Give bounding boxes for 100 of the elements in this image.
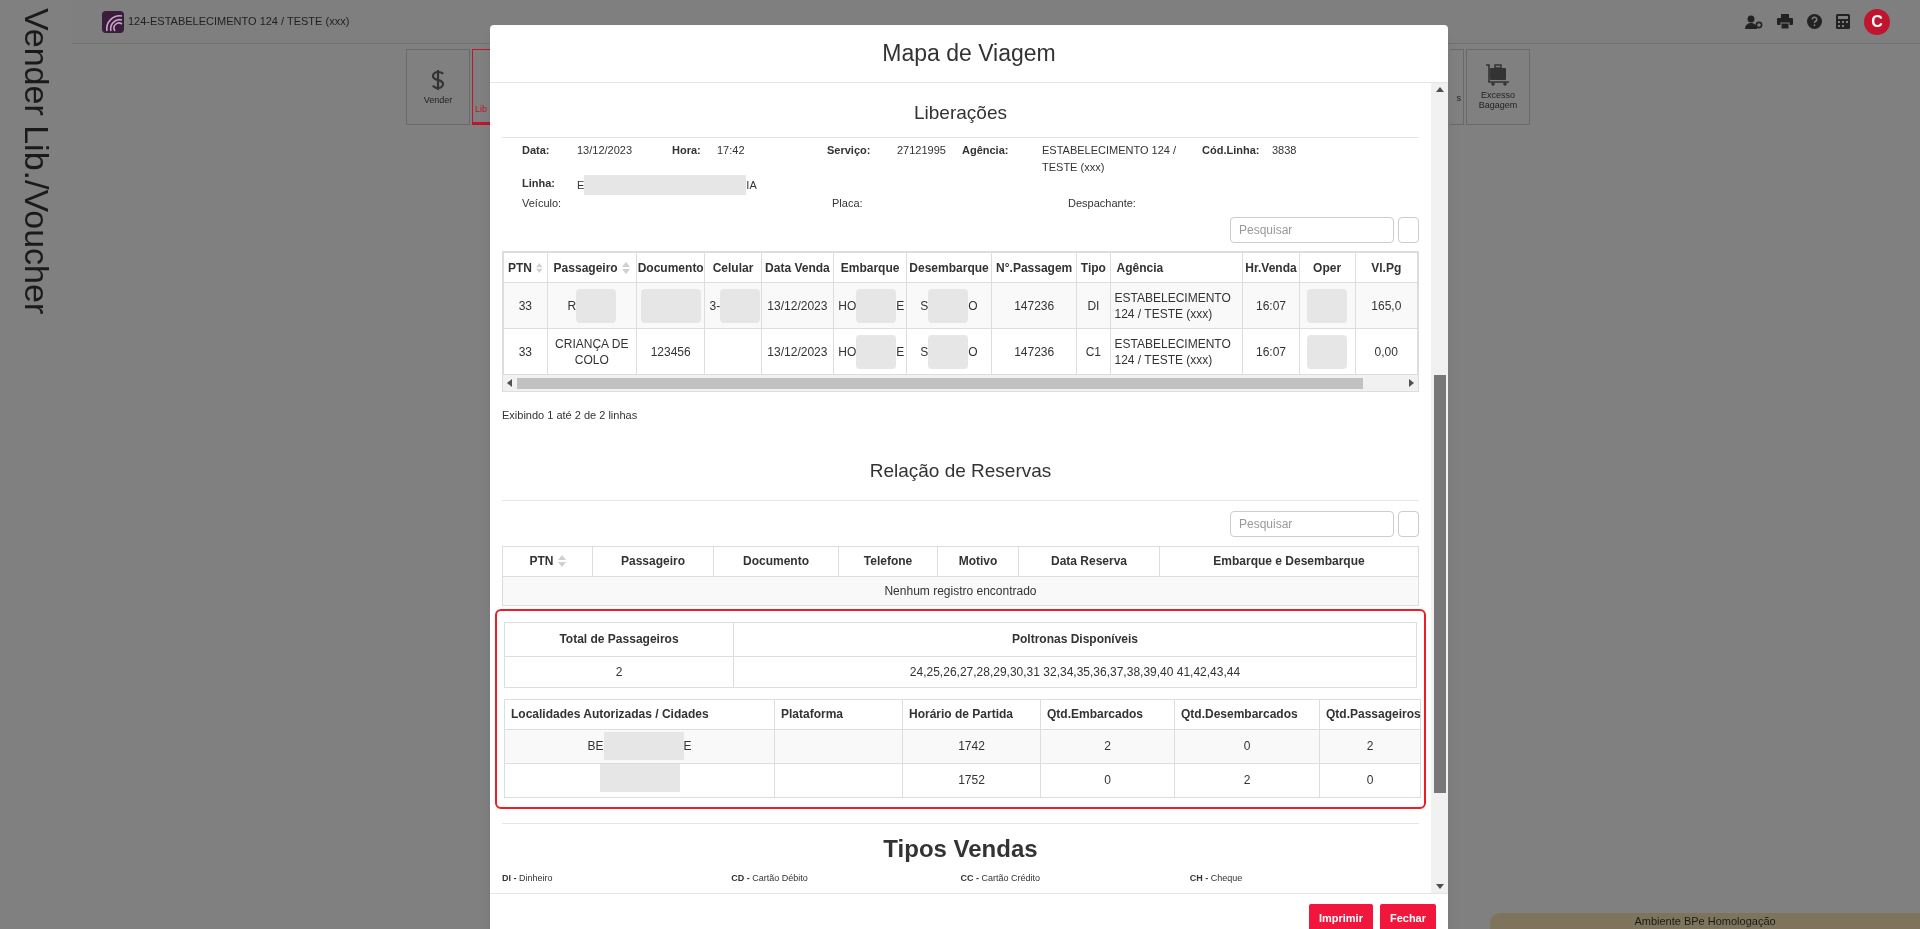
cell-text: 1752 xyxy=(958,772,985,789)
cell-text: 0 xyxy=(1243,738,1251,755)
cell-text: 3- xyxy=(709,297,721,314)
info-label: Agência: xyxy=(962,143,1010,158)
scroll-right-icon[interactable] xyxy=(1407,379,1415,387)
cell-text: E xyxy=(896,297,905,314)
toolbar-button[interactable]: s xyxy=(1450,49,1464,125)
blurred-block xyxy=(928,334,969,369)
info-label: Veículo: xyxy=(522,196,562,211)
dialog-button[interactable]: Imprimir xyxy=(1308,904,1373,929)
user-avatar[interactable]: C xyxy=(1864,8,1890,35)
cell-text: HO xyxy=(838,343,857,360)
info-label: Hora: xyxy=(672,143,702,158)
dollar-icon xyxy=(431,69,445,91)
search-field[interactable]: Pesquisar xyxy=(1230,510,1394,537)
cell-text: 16:07 xyxy=(1255,344,1286,359)
cell-text: 2 xyxy=(615,664,623,679)
printer-icon[interactable] xyxy=(1777,14,1793,29)
user-settings-icon[interactable] xyxy=(1745,14,1763,29)
info-value: 27121995 xyxy=(897,143,947,158)
column-header: Qtd.Embarcados xyxy=(1047,707,1144,721)
logo-icon xyxy=(102,10,124,33)
info-label: Despachante: xyxy=(1068,196,1136,211)
blurred-block xyxy=(856,334,897,369)
info-value: 17:42 xyxy=(717,143,746,158)
cell-text: 2 xyxy=(1104,738,1111,755)
section-title: Liberações xyxy=(914,100,1007,125)
cell-text: 123456 xyxy=(650,344,691,359)
dialog-button[interactable]: Fechar xyxy=(1379,904,1436,929)
cell-text: O xyxy=(968,343,978,360)
info-value: ESTABELECIMENTO 124 / TESTE (xxx) xyxy=(1042,143,1178,175)
help-icon[interactable] xyxy=(1807,14,1822,29)
cell-text: DI xyxy=(1087,298,1100,313)
cell-text: C1 xyxy=(1085,344,1102,359)
column-header: Localidades Autorizadas / Cidades xyxy=(511,707,709,721)
vertical-scrollbar[interactable] xyxy=(1431,83,1448,893)
luggage-cart-icon xyxy=(1485,64,1511,86)
column-header: Plataforma xyxy=(781,707,844,721)
cell-text: 147236 xyxy=(1014,298,1055,313)
column-header[interactable]: PTN xyxy=(529,552,554,570)
section-title: Relação de Reservas xyxy=(869,459,1052,483)
cell-text: S xyxy=(920,297,929,314)
info-label: Serviço: xyxy=(827,143,872,158)
cell-text: 0 xyxy=(1104,772,1111,789)
cell-text: S xyxy=(920,343,929,360)
scroll-down-icon[interactable] xyxy=(1435,882,1444,890)
cell-text: ESTABELECIMENTO 124 / TESTE (xxx) xyxy=(1114,290,1231,321)
info-label: Placa: xyxy=(832,196,863,211)
cell-text: R xyxy=(567,297,577,314)
horizontal-scrollbar-thumb[interactable] xyxy=(517,377,1363,389)
column-header: Poltronas Disponíveis xyxy=(1012,632,1138,646)
cell-text: 24,25,26,27,28,29,30,31 32,34,35,36,37,38,39,40 41,42,43,44 xyxy=(909,664,1241,679)
toolbar-button[interactable]: Vender xyxy=(406,49,470,125)
column-header: Horário de Partida xyxy=(909,707,1014,721)
cell-text: 0 xyxy=(1366,772,1374,789)
info-label: Linha: xyxy=(522,176,556,191)
scrollbar-thumb[interactable] xyxy=(1433,375,1446,793)
legend-item: CH - Cheque xyxy=(1189,871,1244,885)
column-header: Qtd.Desembarcados xyxy=(1181,707,1298,721)
cell-text: BE xyxy=(587,738,604,755)
scroll-left-icon[interactable] xyxy=(506,379,514,387)
calculator-icon[interactable] xyxy=(1836,14,1850,29)
legend-item: CD - Cartão Débito xyxy=(731,871,809,885)
empty-table-message: Nenhum registro encontrado xyxy=(884,583,1037,598)
cell-text: 165,0 xyxy=(1371,298,1402,313)
cell-text: E xyxy=(683,738,692,755)
column-header: Total de Passageiros xyxy=(559,632,679,646)
cell-text: CRIANÇA DE COLO xyxy=(555,336,629,367)
scroll-up-icon[interactable] xyxy=(1435,86,1444,94)
toolbar-button[interactable]: Excesso Bagagem xyxy=(1466,49,1530,125)
establishment-title: 124-ESTABELECIMENTO 124 / TESTE (xxx) xyxy=(128,14,350,30)
cell-text: 147236 xyxy=(1014,344,1055,359)
info-label: Cód.Linha: xyxy=(1202,143,1261,158)
info-value: 3838 xyxy=(1272,143,1298,158)
cell-text: 13/12/2023 xyxy=(767,344,828,359)
cell-text: O xyxy=(968,297,978,314)
cell-text: 2 xyxy=(1366,738,1374,755)
cell-text: 1742 xyxy=(958,738,985,755)
cell-text: 0,00 xyxy=(1374,344,1398,359)
cell-text: 33 xyxy=(518,344,532,359)
section-title: Tipos Vendas xyxy=(883,833,1038,864)
cell-text: IA xyxy=(746,177,757,193)
cell-text: 16:07 xyxy=(1255,298,1286,313)
cell-text: HO xyxy=(838,297,857,314)
cell-text: ESTABELECIMENTO 124 / TESTE (xxx) xyxy=(1114,336,1231,367)
cell-text: 33 xyxy=(518,298,532,313)
info-label: Data: xyxy=(522,143,551,158)
environment-bar: Ambiente BPe Homologação xyxy=(1490,913,1920,929)
search-field[interactable]: Pesquisar xyxy=(1230,217,1394,243)
cell-text: 2 xyxy=(1243,772,1251,789)
modal-title: Mapa de Viagem xyxy=(882,39,1056,69)
cell-text: 13/12/2023 xyxy=(767,298,828,313)
cell-text: E xyxy=(577,177,585,193)
cell-text: E xyxy=(896,343,905,360)
column-header: Qtd.Passageiros xyxy=(1326,707,1421,721)
table-footer-text: Exibindo 1 até 2 de 2 linhas xyxy=(502,408,639,423)
info-value: 13/12/2023 xyxy=(577,143,634,158)
page-side-title: Vender Lib./Voucher xyxy=(16,8,57,317)
legend-item: CC - Cartão Crédito xyxy=(960,871,1042,885)
legend-item: DI - Dinheiro xyxy=(502,871,554,885)
